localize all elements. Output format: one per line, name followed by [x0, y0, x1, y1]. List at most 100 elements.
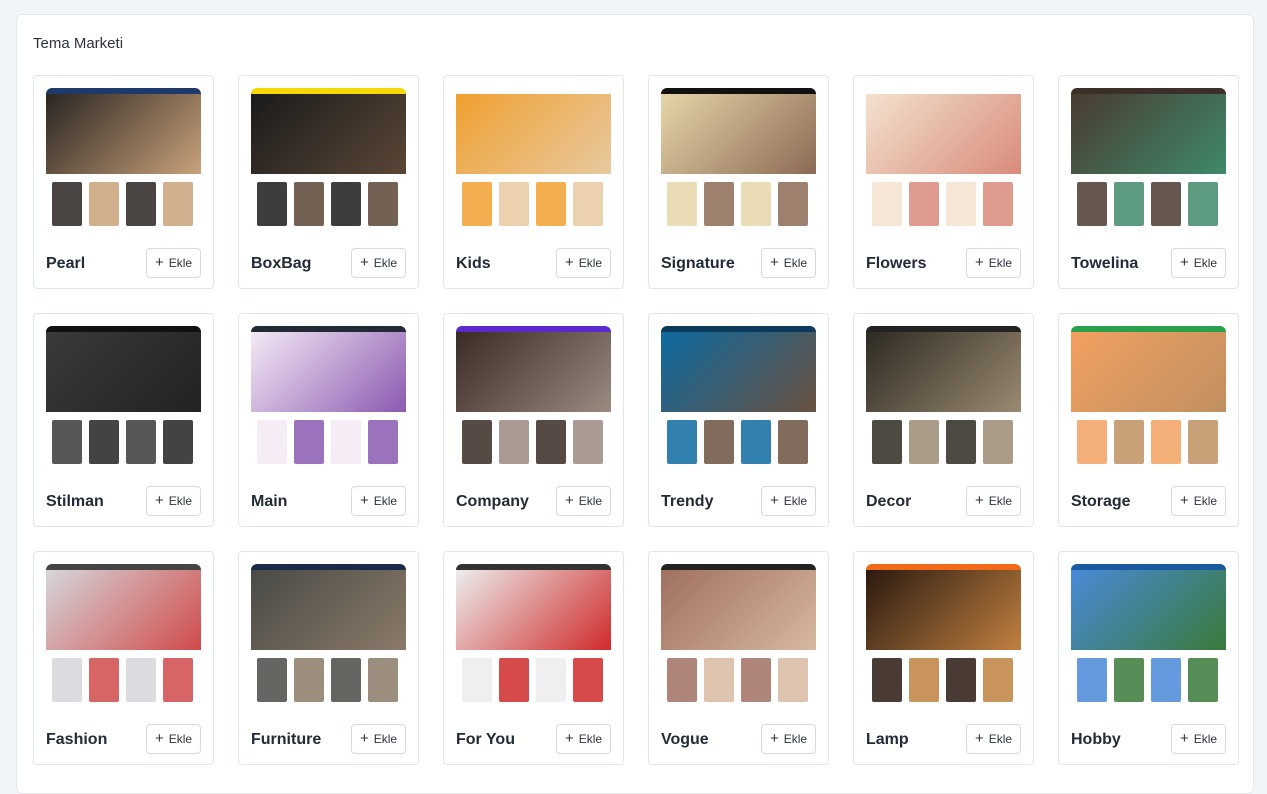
theme-card[interactable]: BoxBag + Ekle	[238, 75, 419, 289]
add-theme-button[interactable]: + Ekle	[556, 248, 611, 278]
add-theme-button[interactable]: + Ekle	[966, 724, 1021, 754]
add-theme-button[interactable]: + Ekle	[556, 486, 611, 516]
theme-name: Hobby	[1071, 731, 1121, 748]
add-theme-button[interactable]: + Ekle	[146, 248, 201, 278]
add-button-label: Ekle	[168, 732, 193, 746]
add-button-label: Ekle	[373, 494, 398, 508]
theme-preview-image	[866, 564, 1021, 708]
add-button-label: Ekle	[578, 256, 603, 270]
add-theme-button[interactable]: + Ekle	[1171, 486, 1226, 516]
add-button-label: Ekle	[988, 732, 1013, 746]
theme-preview-image	[661, 88, 816, 232]
theme-name: Flowers	[866, 255, 927, 272]
theme-preview-image	[251, 564, 406, 708]
theme-card[interactable]: Furniture + Ekle	[238, 551, 419, 765]
add-theme-button[interactable]: + Ekle	[556, 724, 611, 754]
theme-card[interactable]: Lamp + Ekle	[853, 551, 1034, 765]
plus-icon: +	[1179, 730, 1189, 747]
theme-card[interactable]: Main + Ekle	[238, 313, 419, 527]
add-theme-button[interactable]: + Ekle	[351, 724, 406, 754]
theme-name: Stilman	[46, 493, 104, 510]
add-button-label: Ekle	[578, 494, 603, 508]
add-button-label: Ekle	[783, 494, 808, 508]
theme-name: Main	[251, 493, 288, 510]
plus-icon: +	[359, 730, 369, 747]
theme-preview-image	[251, 326, 406, 470]
add-theme-button[interactable]: + Ekle	[1171, 724, 1226, 754]
add-theme-button[interactable]: + Ekle	[351, 248, 406, 278]
plus-icon: +	[1179, 254, 1189, 271]
theme-preview-image	[1071, 564, 1226, 708]
plus-icon: +	[154, 492, 164, 509]
plus-icon: +	[769, 730, 779, 747]
theme-preview-image	[456, 326, 611, 470]
theme-card[interactable]: For You + Ekle	[443, 551, 624, 765]
theme-name: Trendy	[661, 493, 714, 510]
theme-card[interactable]: Storage + Ekle	[1058, 313, 1239, 527]
theme-card[interactable]: Stilman + Ekle	[33, 313, 214, 527]
theme-name: Company	[456, 493, 529, 510]
theme-card[interactable]: Kids + Ekle	[443, 75, 624, 289]
theme-card[interactable]: Decor + Ekle	[853, 313, 1034, 527]
theme-name: Furniture	[251, 731, 322, 748]
theme-name: Decor	[866, 493, 912, 510]
theme-card[interactable]: Fashion + Ekle	[33, 551, 214, 765]
add-button-label: Ekle	[988, 494, 1013, 508]
theme-preview-image	[251, 88, 406, 232]
theme-card[interactable]: Trendy + Ekle	[648, 313, 829, 527]
plus-icon: +	[769, 254, 779, 271]
theme-name: Storage	[1071, 493, 1131, 510]
plus-icon: +	[564, 254, 574, 271]
theme-card[interactable]: Towelina + Ekle	[1058, 75, 1239, 289]
theme-name: Signature	[661, 255, 735, 272]
theme-grid: Pearl + Ekle BoxBag + Ekle Kids + Ekle Signature +…	[33, 75, 1239, 765]
theme-preview-image	[661, 326, 816, 470]
plus-icon: +	[1179, 492, 1189, 509]
theme-market-panel: Tema Marketi Pearl + Ekle BoxBag + Ekle Kids + E…	[16, 14, 1254, 794]
theme-preview-image	[46, 88, 201, 232]
theme-preview-image	[46, 326, 201, 470]
plus-icon: +	[154, 730, 164, 747]
add-button-label: Ekle	[578, 732, 603, 746]
theme-name: Towelina	[1071, 255, 1139, 272]
page-title: Tema Marketi	[33, 35, 124, 52]
theme-card[interactable]: Pearl + Ekle	[33, 75, 214, 289]
add-button-label: Ekle	[1193, 732, 1218, 746]
add-button-label: Ekle	[168, 494, 193, 508]
add-theme-button[interactable]: + Ekle	[1171, 248, 1226, 278]
add-theme-button[interactable]: + Ekle	[966, 248, 1021, 278]
plus-icon: +	[974, 730, 984, 747]
add-theme-button[interactable]: + Ekle	[761, 248, 816, 278]
theme-preview-image	[456, 88, 611, 232]
plus-icon: +	[974, 254, 984, 271]
add-button-label: Ekle	[1193, 494, 1218, 508]
theme-preview-image	[1071, 326, 1226, 470]
theme-name: Lamp	[866, 731, 909, 748]
add-button-label: Ekle	[373, 732, 398, 746]
theme-preview-image	[866, 88, 1021, 232]
add-theme-button[interactable]: + Ekle	[146, 486, 201, 516]
theme-preview-image	[46, 564, 201, 708]
theme-card[interactable]: Company + Ekle	[443, 313, 624, 527]
theme-name: Pearl	[46, 255, 86, 272]
theme-preview-image	[661, 564, 816, 708]
theme-name: Fashion	[46, 731, 108, 748]
theme-card[interactable]: Flowers + Ekle	[853, 75, 1034, 289]
theme-card[interactable]: Vogue + Ekle	[648, 551, 829, 765]
plus-icon: +	[564, 730, 574, 747]
theme-card[interactable]: Signature + Ekle	[648, 75, 829, 289]
plus-icon: +	[974, 492, 984, 509]
theme-name: BoxBag	[251, 255, 312, 272]
add-theme-button[interactable]: + Ekle	[761, 724, 816, 754]
plus-icon: +	[359, 254, 369, 271]
theme-card[interactable]: Hobby + Ekle	[1058, 551, 1239, 765]
add-button-label: Ekle	[988, 256, 1013, 270]
add-theme-button[interactable]: + Ekle	[966, 486, 1021, 516]
add-theme-button[interactable]: + Ekle	[146, 724, 201, 754]
theme-name: Vogue	[661, 731, 709, 748]
add-button-label: Ekle	[783, 256, 808, 270]
theme-preview-image	[866, 326, 1021, 470]
add-theme-button[interactable]: + Ekle	[761, 486, 816, 516]
plus-icon: +	[154, 254, 164, 271]
add-theme-button[interactable]: + Ekle	[351, 486, 406, 516]
